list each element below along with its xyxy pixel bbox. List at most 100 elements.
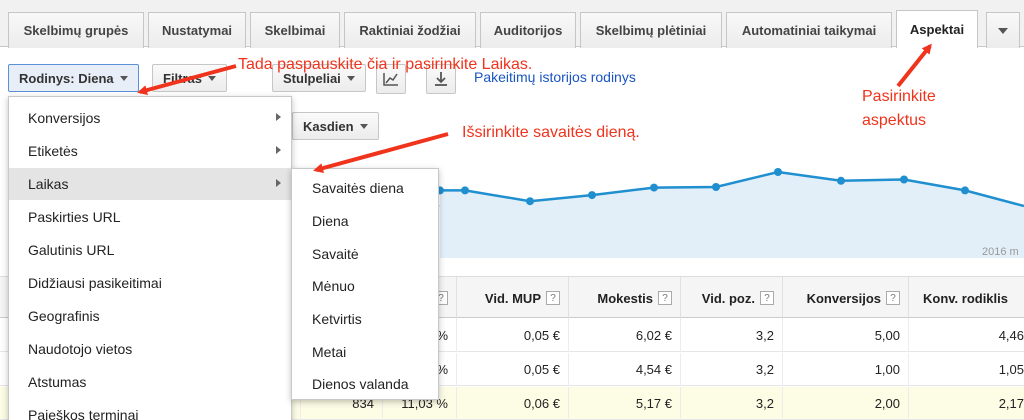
cell-avg-cpc: 0,05 €	[456, 353, 568, 386]
menu-item-conversions[interactable]: Konversijos	[9, 102, 291, 134]
cell-conv-rate: 2,17	[908, 387, 1024, 420]
cell-avg-pos: 3,2	[680, 387, 782, 420]
cell-conv-rate: 1,05	[908, 353, 1024, 386]
submenu-item-month[interactable]: Mėnuo	[292, 270, 438, 302]
column-header-cost[interactable]: Mokestis?	[568, 277, 680, 319]
cell-conv-rate: 4,46	[908, 319, 1024, 352]
submenu-item-hour-of-day[interactable]: Dienos valanda	[292, 368, 438, 400]
tab-label: Skelbimai	[264, 23, 326, 38]
column-header-label: Mokestis	[597, 290, 653, 306]
annotation-right-line1: Pasirinkite	[862, 88, 936, 105]
tab-label: Skelbimų grupės	[23, 23, 129, 38]
chart-point[interactable]	[837, 176, 845, 185]
tab-audiences[interactable]: Auditorijos	[480, 12, 576, 48]
tab-label: Auditorijos	[493, 23, 563, 38]
tab-label: Aspektai	[909, 22, 965, 37]
chart-point[interactable]	[900, 175, 908, 184]
menu-item-label: Geografinis	[28, 308, 100, 324]
menu-item-user-locations[interactable]: Naudotojo vietos	[9, 333, 291, 365]
chevron-down-icon	[119, 75, 128, 81]
view-dropdown-button[interactable]: Rodinys: Diena	[8, 64, 139, 92]
column-header-label: Vid. poz.	[701, 290, 755, 306]
column-header-avg-cpc[interactable]: Vid. MUP?	[456, 277, 568, 319]
menu-item-distance[interactable]: Atstumas	[9, 366, 291, 398]
column-header-conv-rate[interactable]: Konv. rodiklis	[908, 277, 1024, 319]
chart-point[interactable]	[961, 186, 969, 195]
chart-point[interactable]	[461, 186, 469, 195]
submenu-item-year[interactable]: Metai	[292, 336, 438, 368]
tab-ad-groups[interactable]: Skelbimų grupės	[8, 12, 144, 48]
menu-item-search-terms[interactable]: Paieškos terminai	[9, 399, 291, 420]
cell-conversions: 2,00	[782, 387, 908, 420]
menu-item-time[interactable]: Laikas	[9, 168, 291, 200]
menu-item-label: Didžiausi pasikeitimai	[28, 275, 162, 291]
help-icon[interactable]: ?	[886, 291, 900, 305]
tab-label: Nustatymai	[161, 23, 233, 38]
submenu-item-quarter[interactable]: Ketvirtis	[292, 303, 438, 335]
chevron-down-icon	[998, 27, 1008, 34]
daily-dropdown-button[interactable]: Kasdien	[292, 112, 379, 140]
chart-point[interactable]	[712, 183, 720, 191]
chevron-down-icon	[359, 123, 368, 129]
help-icon[interactable]: ?	[546, 291, 560, 305]
cell-avg-pos: 3,2	[680, 319, 782, 352]
menu-item-labels[interactable]: Etiketės	[9, 135, 291, 167]
menu-item-label: Galutinis URL	[28, 242, 115, 258]
column-header-label: Konversijos	[806, 290, 881, 306]
chevron-down-icon	[346, 75, 355, 81]
tab-label: Skelbimų plėtiniai	[595, 23, 707, 38]
tab-label: Raktiniai žodžiai	[359, 23, 461, 38]
filter-button[interactable]: Filtras	[152, 64, 228, 92]
menu-item-final-url[interactable]: Galutinis URL	[9, 234, 291, 266]
column-header-label: Vid. MUP	[484, 290, 541, 306]
tab-ads[interactable]: Skelbimai	[250, 12, 340, 48]
filter-label: Filtras	[163, 70, 203, 86]
help-icon[interactable]: ?	[658, 291, 672, 305]
menu-item-top-movers[interactable]: Didžiausi pasikeitimai	[9, 267, 291, 299]
cell-avg-cpc: 0,05 €	[456, 319, 568, 352]
chart-point[interactable]	[774, 168, 782, 176]
annotation-top: Tada paspauskite čia ir pasirinkite Laik…	[238, 56, 533, 73]
cell-avg-cpc: 0,06 €	[456, 387, 568, 420]
tab-auto-targets[interactable]: Automatiniai taikymai	[726, 12, 892, 48]
arrow-to-dimensions-tab	[896, 43, 932, 88]
cell-conversions: 5,00	[782, 319, 908, 352]
chart-year-label: 2016 m	[982, 246, 1019, 258]
column-header-label: Konv. rodiklis	[923, 290, 1008, 306]
menu-item-label: Laikas	[28, 176, 69, 192]
chevron-right-icon	[276, 179, 281, 187]
help-icon[interactable]: ?	[760, 291, 774, 305]
reports-screen: Skelbimų grupės Nustatymai Skelbimai Rak…	[0, 0, 1024, 420]
cell-cost: 4,54 €	[568, 353, 680, 386]
menu-item-label: Paskirties URL	[28, 209, 121, 225]
menu-item-label: Etiketės	[28, 143, 78, 159]
segment-menu: Konversijos Etiketės Laikas Paskirties U…	[8, 96, 292, 420]
tab-settings[interactable]: Nustatymai	[148, 12, 246, 48]
tabs-more-button[interactable]	[986, 12, 1020, 48]
menu-item-label: Konversijos	[28, 110, 101, 126]
submenu-item-week[interactable]: Savaitė	[292, 238, 438, 270]
chart-point[interactable]	[526, 197, 534, 206]
annotation-middle: Išsirinkite savaitės dieną.	[462, 124, 640, 141]
chevron-down-icon	[208, 75, 217, 81]
menu-item-label: Paieškos terminai	[28, 407, 139, 420]
tab-dimensions[interactable]: Aspektai	[896, 10, 978, 48]
submenu-item-day-of-week[interactable]: Savaitės diena	[292, 172, 438, 204]
annotation-right-line2: aspektus	[862, 112, 927, 129]
column-header-conversions[interactable]: Konversijos?	[782, 277, 908, 319]
view-label: Rodinys: Diena	[19, 70, 114, 86]
tab-keywords[interactable]: Raktiniai žodžiai	[344, 12, 476, 48]
chart-point[interactable]	[650, 183, 658, 192]
chart-point[interactable]	[588, 191, 596, 200]
menu-item-destination-url[interactable]: Paskirties URL	[9, 201, 291, 233]
chevron-right-icon	[276, 113, 281, 121]
daily-label: Kasdien	[303, 118, 354, 134]
column-header-avg-pos[interactable]: Vid. poz.?	[680, 277, 782, 319]
cell-avg-pos: 3,2	[680, 353, 782, 386]
tab-bar: Skelbimų grupės Nustatymai Skelbimai Rak…	[0, 0, 1024, 48]
submenu-item-day[interactable]: Diena	[292, 205, 438, 237]
menu-item-label: Naudotojo vietos	[28, 341, 133, 357]
menu-item-geographic[interactable]: Geografinis	[9, 300, 291, 332]
tab-label: Automatiniai taikymai	[741, 23, 877, 38]
tab-ad-extensions[interactable]: Skelbimų plėtiniai	[580, 12, 722, 48]
